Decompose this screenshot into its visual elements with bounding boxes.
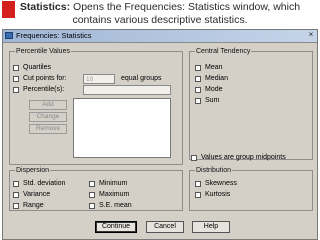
frequencies-statistics-dialog: Frequencies: Statistics × Percentile Val… <box>2 29 318 240</box>
mode-label: Mode <box>205 86 223 93</box>
sum-label: Sum <box>205 97 220 104</box>
cut-points-input[interactable]: 10 <box>83 74 115 84</box>
percentile-input[interactable] <box>83 85 171 95</box>
variance-label: Variance <box>23 191 51 198</box>
caption-bold: Statistics: <box>19 1 71 13</box>
add-button[interactable]: Add <box>29 100 67 110</box>
quartiles-label: Quartiles <box>23 64 52 71</box>
caption-text: Opens the Frequencies: Statistics window… <box>70 1 301 26</box>
minimum-checkbox[interactable] <box>89 181 95 187</box>
mean-label: Mean <box>205 64 223 71</box>
skewness-label: Skewness <box>205 180 237 187</box>
median-checkbox[interactable] <box>195 76 201 82</box>
range-label: Range <box>23 202 44 209</box>
cut-points-checkbox[interactable] <box>13 76 19 82</box>
continue-button[interactable]: Continue <box>95 221 137 233</box>
se-mean-label: S.E. mean <box>99 202 132 209</box>
maximum-checkbox[interactable] <box>89 192 95 198</box>
percentiles-label: Percentile(s): <box>23 86 65 93</box>
slide-caption: Statistics: Opens the Frequencies: Stati… <box>4 1 316 26</box>
percentile-values-legend: Percentile Values <box>16 48 70 55</box>
mean-checkbox[interactable] <box>195 65 201 71</box>
std-deviation-label: Std. deviation <box>23 180 66 187</box>
central-tendency-legend: Central Tendency <box>196 48 251 55</box>
cut-points-label: Cut points for: <box>23 75 67 82</box>
variance-checkbox[interactable] <box>13 192 19 198</box>
percentiles-checkbox[interactable] <box>13 87 19 93</box>
title-bar: Frequencies: Statistics × <box>3 30 317 43</box>
window-icon <box>5 32 13 39</box>
quartiles-checkbox[interactable] <box>13 65 19 71</box>
dispersion-legend: Dispersion <box>16 167 50 174</box>
group-midpoints-label: Values are group midpoints <box>201 154 286 161</box>
equal-groups-label: equal groups <box>121 75 162 82</box>
kurtosis-label: Kurtosis <box>205 191 231 198</box>
percentile-list[interactable] <box>73 98 171 158</box>
se-mean-checkbox[interactable] <box>89 203 95 209</box>
dialog-title: Frequencies: Statistics <box>16 31 92 40</box>
help-button[interactable]: Help <box>192 221 230 233</box>
std-deviation-checkbox[interactable] <box>13 181 19 187</box>
range-checkbox[interactable] <box>13 203 19 209</box>
remove-button[interactable]: Remove <box>29 124 67 134</box>
mode-checkbox[interactable] <box>195 87 201 93</box>
close-icon[interactable]: × <box>306 30 316 40</box>
distribution-legend: Distribution <box>196 167 232 174</box>
skewness-checkbox[interactable] <box>195 181 201 187</box>
sum-checkbox[interactable] <box>195 98 201 104</box>
minimum-label: Minimum <box>99 180 128 187</box>
change-button[interactable]: Change <box>29 112 67 122</box>
median-label: Median <box>205 75 228 82</box>
kurtosis-checkbox[interactable] <box>195 192 201 198</box>
group-midpoints-checkbox[interactable] <box>191 155 197 161</box>
maximum-label: Maximum <box>99 191 130 198</box>
cancel-button[interactable]: Cancel <box>146 221 184 233</box>
distribution-group: Distribution <box>189 167 313 211</box>
